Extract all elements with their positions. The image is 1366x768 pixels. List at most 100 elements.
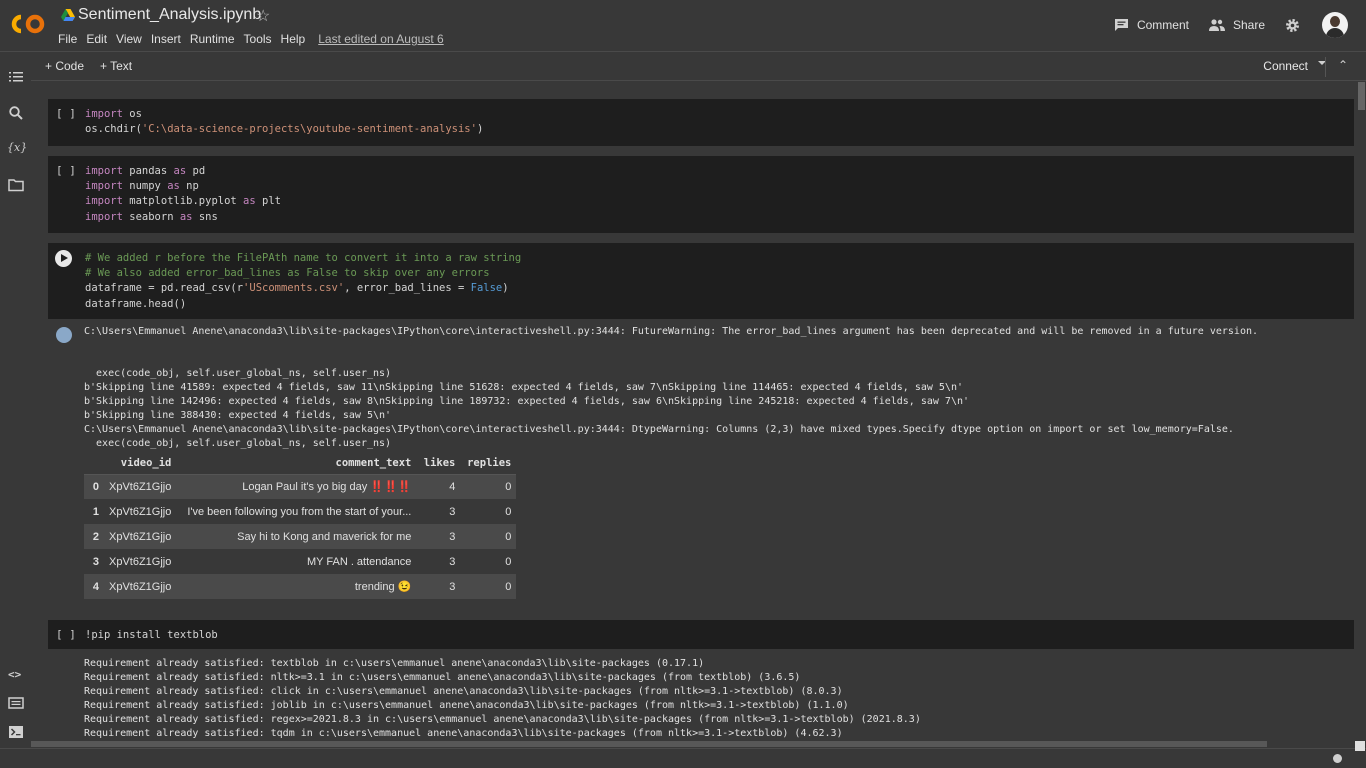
- table-header: video_id: [104, 452, 177, 475]
- code-line: os.chdir('C:\data-science-projects\youtu…: [85, 122, 483, 137]
- search-icon[interactable]: [8, 105, 24, 121]
- terminal-icon[interactable]: [8, 724, 24, 740]
- avatar-head: [1330, 16, 1340, 27]
- run-cell-button[interactable]: [ ]: [56, 107, 76, 120]
- output-line: b'Skipping line 388430: expected 4 field…: [84, 410, 392, 421]
- code-editor[interactable]: import pandas as pd import numpy as np imp…: [85, 164, 281, 225]
- add-text-button[interactable]: + Text: [100, 59, 132, 73]
- table-cell: XpVt6Z1Gjjo: [104, 474, 177, 499]
- table-cell: 3: [416, 524, 461, 549]
- scrollbar-thumb[interactable]: [31, 741, 1267, 747]
- code-token: os.chdir(: [85, 123, 142, 136]
- menu-tools[interactable]: Tools: [244, 32, 272, 46]
- star-icon[interactable]: ☆: [256, 6, 270, 26]
- menu-help[interactable]: Help: [281, 32, 306, 46]
- dataframe-table: video_id comment_text likes replies 0 XpV…: [84, 452, 517, 599]
- play-icon[interactable]: [55, 250, 72, 267]
- cell-output-text: C:\Users\Emmanuel Anene\anaconda3\lib\si…: [84, 325, 1258, 451]
- comment-button[interactable]: Comment: [1114, 18, 1189, 32]
- table-cell: 3: [416, 549, 461, 574]
- last-edited-link[interactable]: Last edited on August 6: [318, 32, 443, 46]
- run-cell-button[interactable]: [ ]: [56, 628, 76, 641]
- code-token: numpy: [122, 180, 168, 193]
- settings-button[interactable]: [1285, 18, 1308, 33]
- table-cell: 3: [416, 574, 461, 599]
- top-bar: Sentiment_Analysis.ipynb ☆ File Edit Vie…: [0, 0, 1366, 52]
- table-cell: 1: [84, 499, 104, 524]
- output-line: Requirement already satisfied: joblib in…: [84, 700, 849, 711]
- share-button[interactable]: Share: [1208, 18, 1265, 32]
- output-line: Requirement already satisfied: regex>=20…: [84, 714, 921, 725]
- table-cell: trending 😉: [176, 574, 417, 599]
- code-token: as: [167, 180, 180, 193]
- code-cell[interactable]: # We added r before the FilePAth name to…: [48, 243, 1354, 319]
- run-cell-button[interactable]: [ ]: [56, 164, 76, 177]
- output-line: Requirement already satisfied: textblob …: [84, 658, 705, 669]
- menu-file[interactable]: File: [58, 32, 77, 46]
- command-palette-icon[interactable]: [8, 695, 24, 711]
- output-line: exec(code_obj, self.user_global_ns, self…: [84, 438, 392, 449]
- table-cell: MY FAN . attendance: [176, 549, 417, 574]
- code-token: matplotlib.pyplot: [122, 195, 244, 208]
- table-cell: 0: [460, 574, 517, 599]
- status-indicator-icon: [1333, 754, 1342, 763]
- code-token: , error_bad_lines =: [344, 282, 471, 295]
- code-snippets-icon[interactable]: <>: [8, 668, 24, 684]
- code-token: !pip install textblob: [85, 629, 218, 641]
- resize-handle-icon[interactable]: [1355, 741, 1365, 751]
- code-editor[interactable]: !pip install textblob: [85, 628, 218, 643]
- menu-bar: File Edit View Insert Runtime Tools Help…: [58, 32, 453, 46]
- table-row: 3 XpVt6Z1Gjjo MY FAN . attendance 3 0: [84, 549, 517, 574]
- code-token: as: [243, 195, 256, 208]
- output-line: b'Skipping line 41589: expected 4 fields…: [84, 382, 963, 393]
- folder-icon[interactable]: [8, 177, 24, 193]
- output-line: Requirement already satisfied: click in …: [84, 686, 843, 697]
- google-drive-icon[interactable]: [61, 9, 75, 21]
- code-line: # We added r before the FilePAth name to…: [85, 251, 521, 266]
- menu-view[interactable]: View: [116, 32, 142, 46]
- menu-runtime[interactable]: Runtime: [190, 32, 235, 46]
- table-cell: XpVt6Z1Gjjo: [104, 574, 177, 599]
- avatar-body: [1326, 28, 1344, 38]
- output-menu-icon[interactable]: [56, 327, 72, 343]
- code-token: 'UScomments.csv': [243, 282, 345, 295]
- table-row: 1 XpVt6Z1Gjjo I've been following you from…: [84, 499, 517, 524]
- menu-insert[interactable]: Insert: [151, 32, 181, 46]
- variables-icon[interactable]: {x}: [7, 141, 27, 157]
- comment-label: Comment: [1136, 18, 1189, 32]
- code-token: ): [476, 123, 484, 136]
- table-cell: 4: [84, 574, 104, 599]
- code-token: import: [85, 165, 123, 177]
- code-line: !pip install textblob: [85, 628, 218, 643]
- table-cell: 0: [84, 474, 104, 499]
- code-editor[interactable]: # We added r before the FilePAth name to…: [85, 251, 521, 312]
- table-cell: 2: [84, 524, 104, 549]
- add-code-button[interactable]: + Code: [45, 59, 84, 73]
- table-cell: Logan Paul it's yo big day ‼️‼️‼️: [176, 474, 417, 499]
- horizontal-scrollbar[interactable]: [31, 740, 1356, 748]
- table-cell: Say hi to Kong and maverick for me: [176, 524, 417, 549]
- table-cell: 0: [460, 499, 517, 524]
- code-token: sns: [192, 210, 218, 223]
- colab-logo-icon[interactable]: [10, 12, 46, 36]
- table-header: comment_text: [176, 452, 417, 475]
- code-cell[interactable]: [ ] !pip install textblob: [48, 620, 1354, 649]
- connect-button[interactable]: Connect: [1263, 59, 1308, 73]
- table-cell: 3: [416, 499, 461, 524]
- avatar[interactable]: [1322, 12, 1348, 38]
- notebook-title[interactable]: Sentiment_Analysis.ipynb: [78, 6, 261, 24]
- code-cell[interactable]: [ ] import pandas as pd import numpy as n…: [48, 156, 1354, 233]
- table-header: replies: [460, 452, 517, 475]
- code-editor[interactable]: import os os.chdir('C:\data-science-proje…: [85, 107, 483, 137]
- vertical-scrollbar[interactable]: [1356, 82, 1366, 740]
- chevron-up-icon[interactable]: ⌃: [1338, 58, 1348, 72]
- code-line: import matplotlib.pyplot as plt: [85, 194, 281, 209]
- table-cell: 0: [460, 549, 517, 574]
- code-token: # We also added error_bad_lines as False…: [85, 267, 490, 280]
- code-cell[interactable]: [ ] import os os.chdir('C:\data-science-p…: [48, 99, 1354, 146]
- menu-edit[interactable]: Edit: [86, 32, 107, 46]
- scrollbar-thumb[interactable]: [1358, 82, 1365, 110]
- table-row: 4 XpVt6Z1Gjjo trending 😉 3 0: [84, 574, 517, 599]
- table-of-contents-icon[interactable]: [8, 69, 24, 85]
